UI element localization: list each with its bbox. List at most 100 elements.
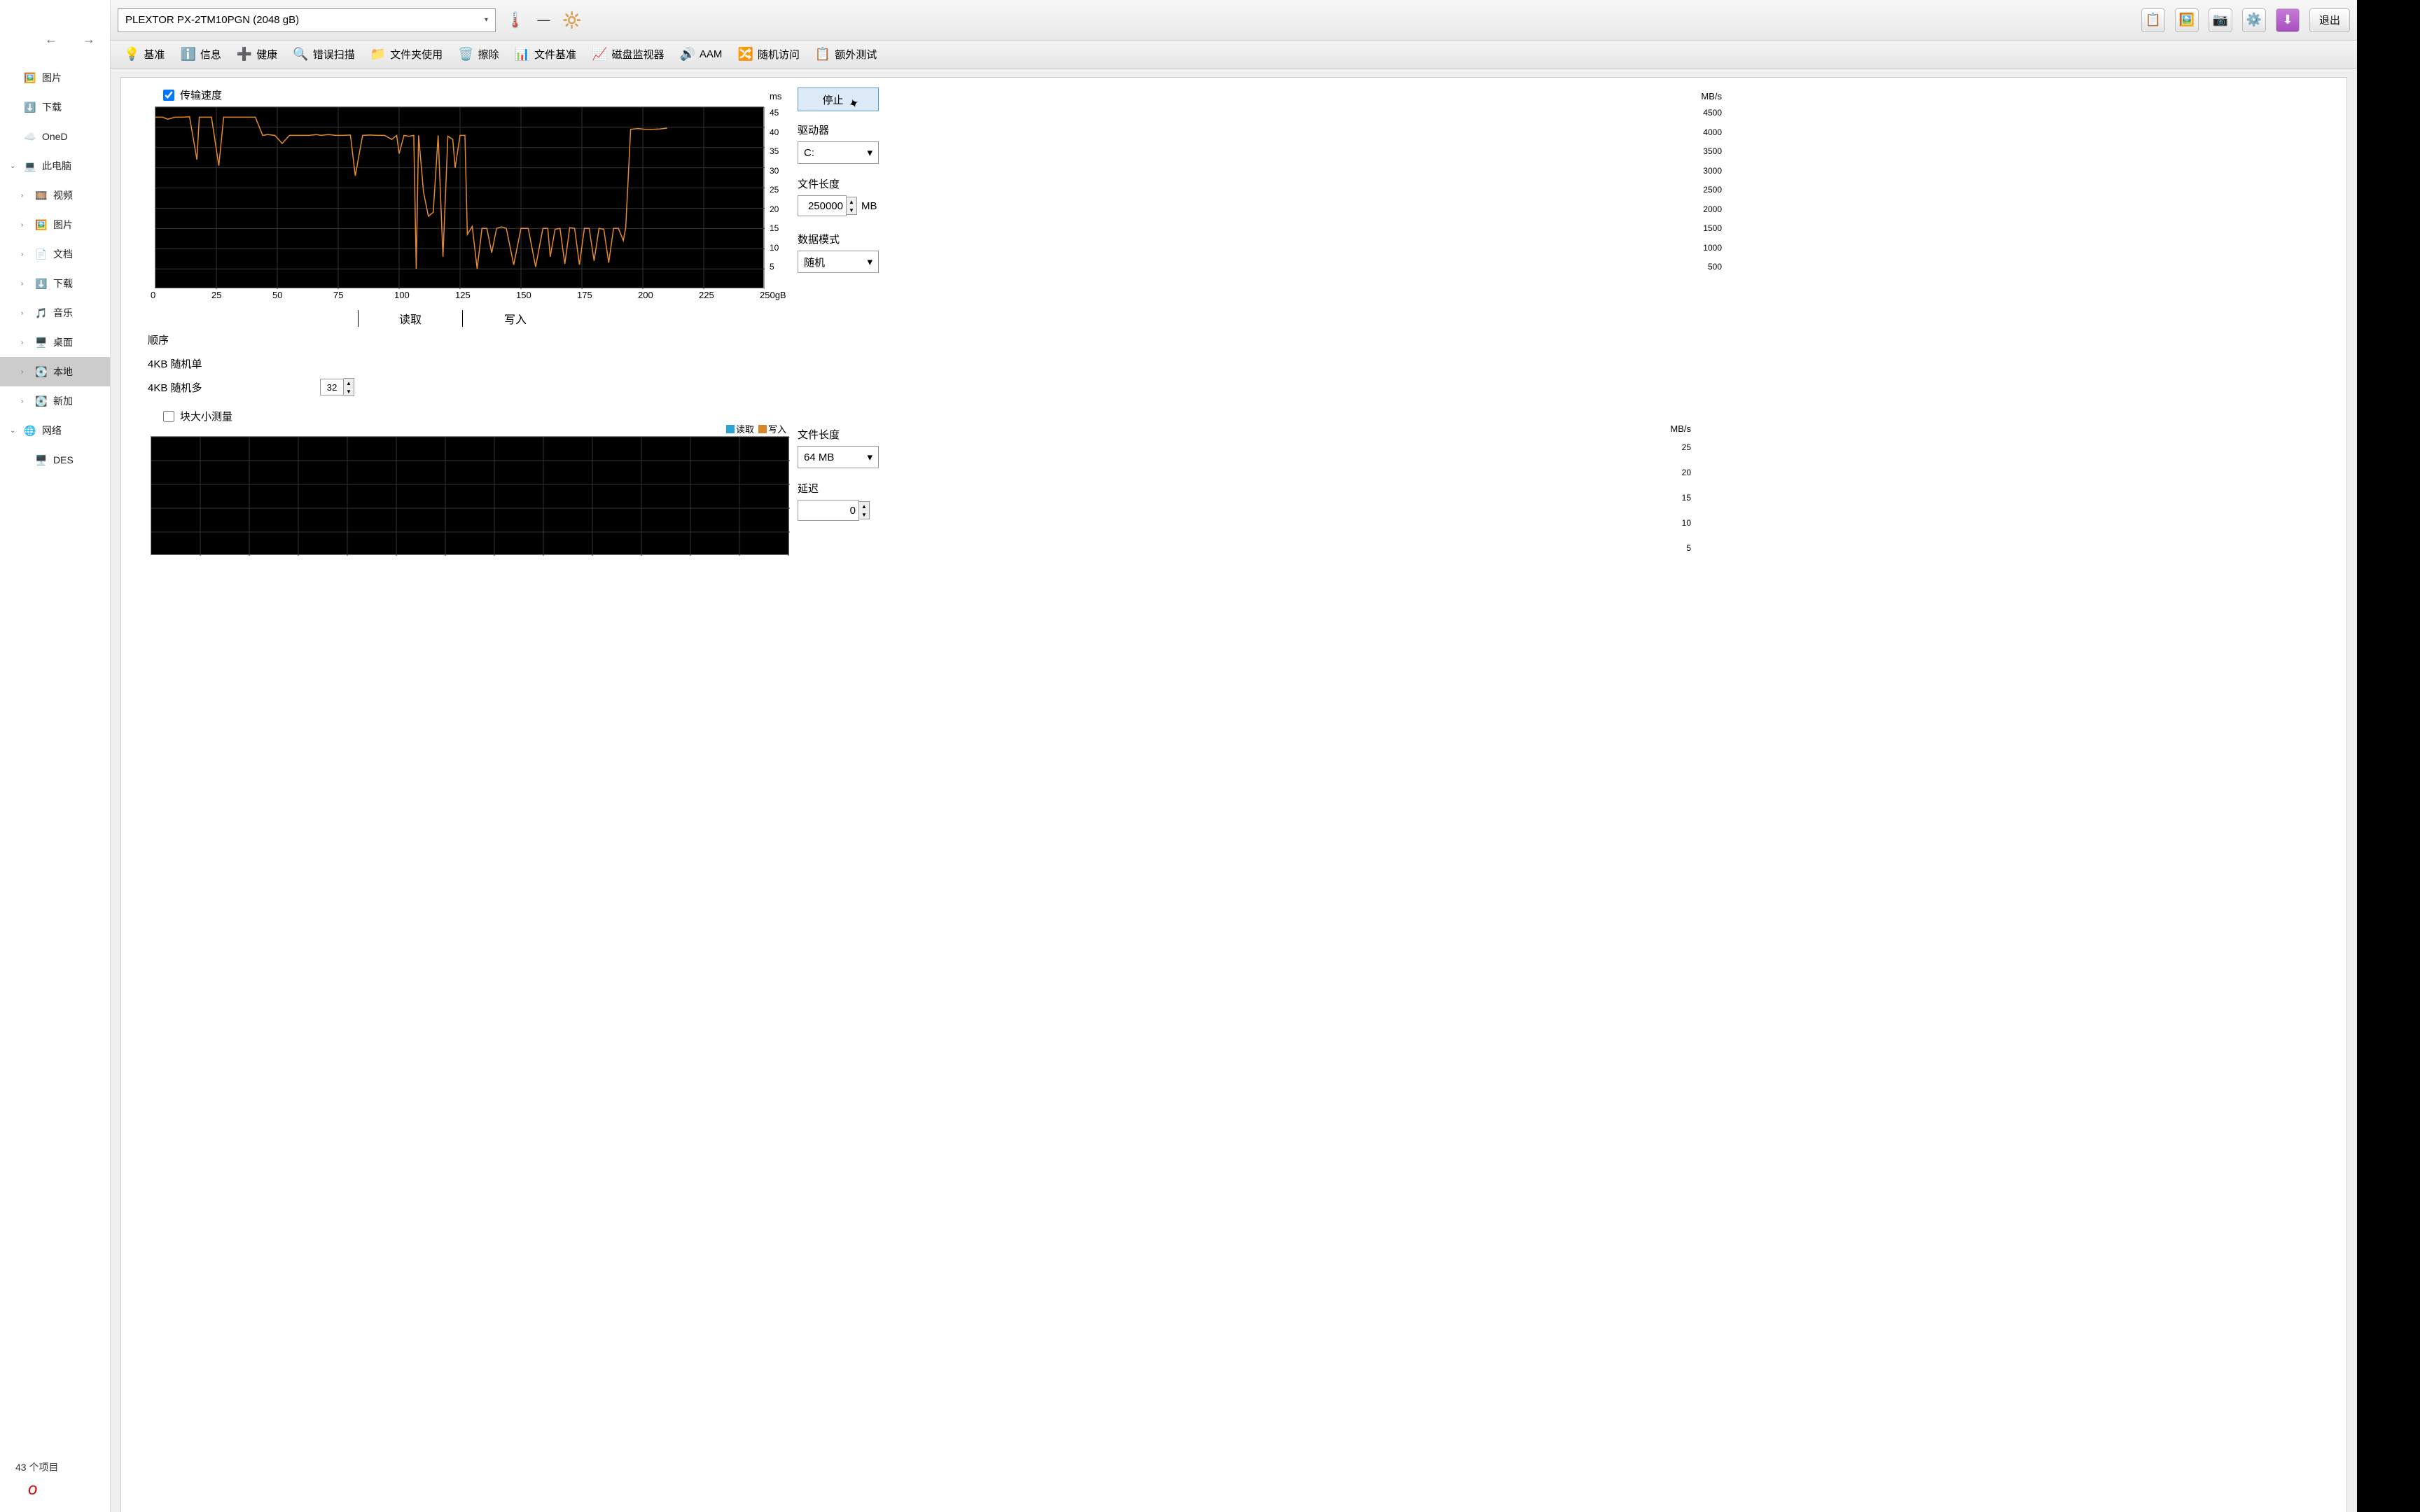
caret-icon: › <box>21 251 29 258</box>
sidebar-item[interactable]: › 🎵 音乐 <box>0 298 110 328</box>
folder-icon: 🎵 <box>35 307 48 319</box>
queue-depth-spinner[interactable]: ▲▼ <box>320 378 354 396</box>
sidebar-item-label: 下载 <box>53 276 73 290</box>
legend-write-label: 写入 <box>768 422 786 435</box>
block-size-checkbox[interactable] <box>163 411 174 422</box>
caret-icon: › <box>21 339 29 346</box>
caret-icon: › <box>21 309 29 317</box>
sidebar-item[interactable]: › 💽 新加 <box>0 386 110 416</box>
caret-icon: › <box>21 221 29 229</box>
queue-depth-input[interactable] <box>320 379 344 396</box>
chevron-down-icon: ▾ <box>867 451 872 463</box>
sidebar-item-label: 新加 <box>53 394 73 408</box>
transfer-speed-chart: MB/s ms 45004000350030002500200015001000… <box>155 106 2334 288</box>
sidebar-item[interactable]: › 🖼️ 图片 <box>0 210 110 239</box>
sidebar-item-label: 本地 <box>53 365 73 379</box>
tab-label: AAM <box>700 48 723 60</box>
block-size-label: 块大小测量 <box>180 409 232 424</box>
explorer-item-count: 43 个项目 <box>15 1460 58 1474</box>
copy-info-button[interactable]: 📋 <box>2141 8 2165 32</box>
folder-icon: 🖼️ <box>35 219 48 231</box>
filelen-input[interactable] <box>798 195 847 216</box>
tab[interactable]: 📊文件基准 <box>507 41 584 68</box>
options-button[interactable]: ⚙️ <box>2242 8 2266 32</box>
caret-icon: ⌄ <box>10 427 18 435</box>
folder-icon: 💽 <box>35 396 48 407</box>
delay-spinner[interactable]: ▲▼ <box>859 501 870 519</box>
screenshot-button[interactable]: 📷 <box>2209 8 2232 32</box>
drive-dropdown[interactable]: PLEXTOR PX-2TM10PGN (2048 gB) ▾ <box>118 8 496 32</box>
sidebar-item[interactable]: › 🎞️ 视频 <box>0 181 110 210</box>
filelen2-select[interactable]: 64 MB▾ <box>798 446 879 468</box>
folder-icon: 🖥️ <box>35 337 48 349</box>
tab[interactable]: 🔍错误扫描 <box>285 41 362 68</box>
back-icon[interactable]: ← <box>45 32 57 47</box>
tab[interactable]: ℹ️信息 <box>172 41 228 68</box>
toolbar: PLEXTOR PX-2TM10PGN (2048 gB) ▾ 🌡️ — 🔆 📋… <box>111 0 2357 41</box>
tab-icon: ℹ️ <box>180 47 195 62</box>
forward-icon[interactable]: → <box>83 32 95 47</box>
sidebar-item[interactable]: ⌄ 🌐 网络 <box>0 416 110 445</box>
sidebar-item-label: 文档 <box>53 247 73 261</box>
sidebar-item[interactable]: › 🖥️ 桌面 <box>0 328 110 357</box>
tab-label: 额外测试 <box>835 47 877 62</box>
chevron-down-icon: ▾ <box>867 255 872 268</box>
sidebar-item[interactable]: › 📄 文档 <box>0 239 110 269</box>
sidebar-item[interactable]: ☁️ OneD <box>0 122 110 151</box>
caret-icon: › <box>21 280 29 288</box>
legend-read-label: 读取 <box>736 422 754 435</box>
hdtune-window: PLEXTOR PX-2TM10PGN (2048 gB) ▾ 🌡️ — 🔆 📋… <box>111 0 2357 1512</box>
tab[interactable]: ➕健康 <box>229 41 285 68</box>
stop-button[interactable]: 停止 ✦ <box>798 88 879 111</box>
y2-axis-unit: MB/s <box>1663 424 1691 434</box>
fan-icon: 🔆 <box>562 11 581 29</box>
folder-icon: ⬇️ <box>35 278 48 290</box>
row-label: 4KB 随机多 <box>148 380 320 395</box>
table-row: 4KB 随机多 ▲▼ <box>148 375 596 399</box>
results-table: 读取 写入 顺序4KB 随机单4KB 随机多 ▲▼ <box>148 309 596 399</box>
tab[interactable]: 🔊 AAM <box>672 41 730 68</box>
tab-icon: 🔀 <box>737 47 753 62</box>
tab-icon: 📋 <box>815 47 830 62</box>
drive-select[interactable]: C:▾ <box>798 141 879 164</box>
tab[interactable]: 📁文件夹使用 <box>363 41 450 68</box>
filelen-spinner[interactable]: ▲▼ <box>847 197 857 215</box>
save-button[interactable]: ⬇ <box>2276 8 2300 32</box>
datamode-select[interactable]: 随机▾ <box>798 251 879 273</box>
sidebar-item[interactable]: › 💽 本地 <box>0 357 110 386</box>
tab[interactable]: 💡基准 <box>116 41 172 68</box>
exit-button[interactable]: 退出 <box>2309 8 2350 32</box>
transfer-speed-label: 传输速度 <box>180 88 222 102</box>
tab-icon: 💡 <box>124 47 139 62</box>
folder-icon: 💽 <box>35 366 48 378</box>
tab-icon: 🔊 <box>680 47 695 62</box>
col-write: 写入 <box>463 310 568 327</box>
explorer-sidebar: ← → 🖼️ 图片 ⬇️ 下载 ☁️ OneD⌄ 💻 此电脑› 🎞️ <box>0 0 111 1512</box>
sidebar-item[interactable]: ⌄ 💻 此电脑 <box>0 151 110 181</box>
tab-bar: 💡基准ℹ️信息➕健康🔍错误扫描📁文件夹使用🗑️擦除📊文件基准📈磁盘监视器 🔊 AAM… <box>111 41 2357 69</box>
tab-icon: 📈 <box>592 47 607 62</box>
filelen-label: 文件长度 <box>798 176 896 191</box>
tab-label: 健康 <box>256 47 277 62</box>
caret-icon: › <box>21 398 29 405</box>
drive-field-label: 驱动器 <box>798 122 896 137</box>
folder-icon: 💻 <box>24 160 36 172</box>
folder-icon: 🖼️ <box>24 72 36 84</box>
sidebar-item[interactable]: 🖥️ DES <box>0 445 110 475</box>
y-axis-left-unit: MB/s <box>1691 91 1722 102</box>
chart2-legend: 读取 写入 <box>726 422 786 435</box>
tab[interactable]: 📈磁盘监视器 <box>584 41 672 68</box>
tab-label: 文件基准 <box>534 47 576 62</box>
tab[interactable]: 🗑️擦除 <box>450 41 506 68</box>
copy-screenshot-button[interactable]: 🖼️ <box>2175 8 2199 32</box>
sidebar-item-label: 图片 <box>53 218 73 232</box>
sidebar-item[interactable]: › ⬇️ 下载 <box>0 269 110 298</box>
sidebar-item[interactable]: ⬇️ 下载 <box>0 92 110 122</box>
tab[interactable]: 🔀随机访问 <box>730 41 807 68</box>
delay-input[interactable] <box>798 500 859 521</box>
transfer-speed-checkbox[interactable] <box>163 90 174 101</box>
folder-icon: ⬇️ <box>24 102 36 113</box>
sidebar-item[interactable]: 🖼️ 图片 <box>0 63 110 92</box>
sidebar-item-label: OneD <box>42 131 68 142</box>
tab[interactable]: 📋 额外测试 <box>807 41 884 68</box>
